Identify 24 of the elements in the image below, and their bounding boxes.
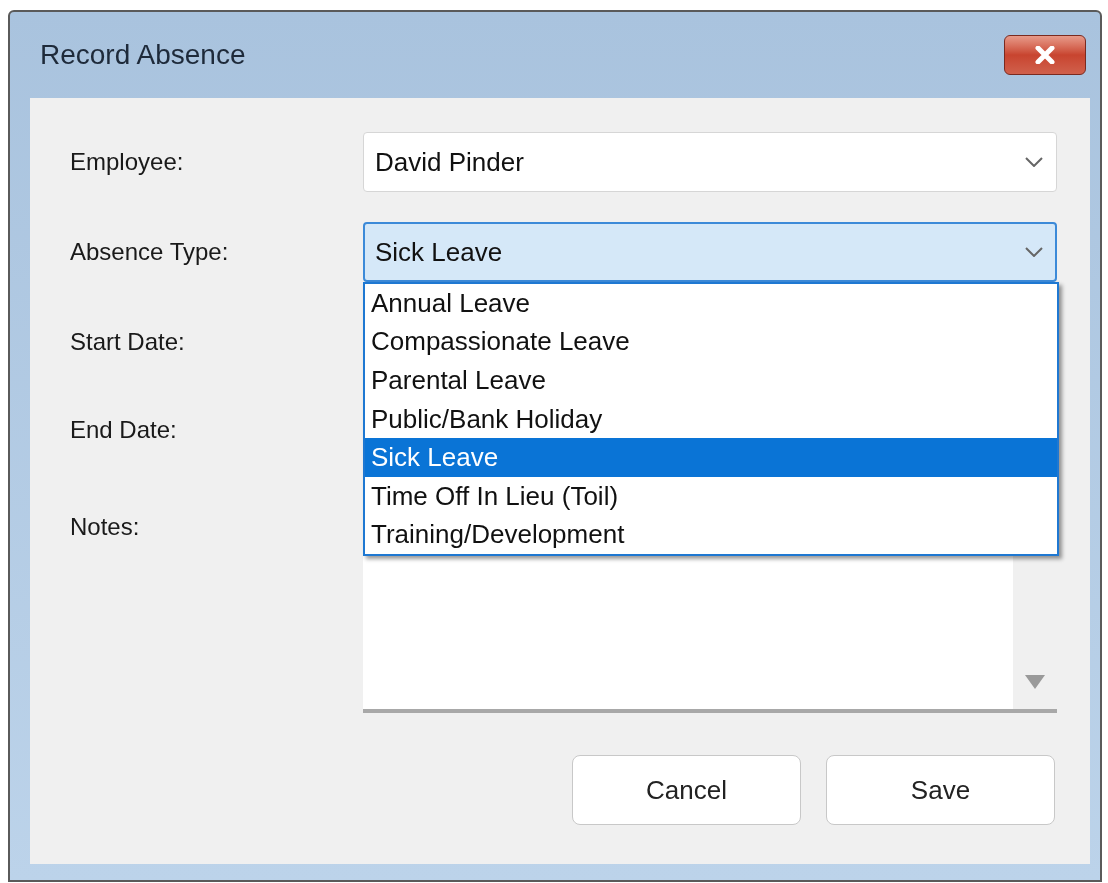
dropdown-item[interactable]: Public/Bank Holiday: [365, 399, 1057, 439]
dialog-button[interactable]: Cancel: [572, 755, 801, 825]
chevron-down-icon: [1025, 157, 1043, 167]
field-label: Start Date:: [70, 327, 185, 357]
field-label: Absence Type:: [70, 237, 229, 267]
combo-value: Sick Leave: [375, 235, 503, 269]
dropdown-item[interactable]: Annual Leave: [365, 284, 1057, 323]
dropdown-item[interactable]: Parental Leave: [365, 361, 1057, 400]
window-title: Record Absence: [40, 38, 246, 72]
close-icon: [1034, 46, 1056, 64]
dropdown-item[interactable]: Sick Leave: [365, 438, 1057, 477]
close-button[interactable]: [1004, 35, 1086, 75]
scroll-down-icon[interactable]: [1025, 675, 1045, 689]
chevron-down-icon: [1025, 247, 1043, 257]
combo-value: David Pinder: [375, 145, 524, 179]
combo-box[interactable]: David Pinder: [363, 132, 1057, 192]
field-label: End Date:: [70, 415, 177, 445]
field-label: Employee:: [70, 147, 184, 177]
combo-box[interactable]: Sick Leave: [363, 222, 1057, 282]
dropdown-item[interactable]: Compassionate Leave: [365, 322, 1057, 362]
dropdown-item[interactable]: Time Off In Lieu (Toil): [365, 476, 1057, 516]
dropdown-item[interactable]: Training/Development: [365, 515, 1057, 555]
field-label: Notes:: [70, 512, 140, 542]
dialog-button[interactable]: Save: [826, 755, 1055, 825]
